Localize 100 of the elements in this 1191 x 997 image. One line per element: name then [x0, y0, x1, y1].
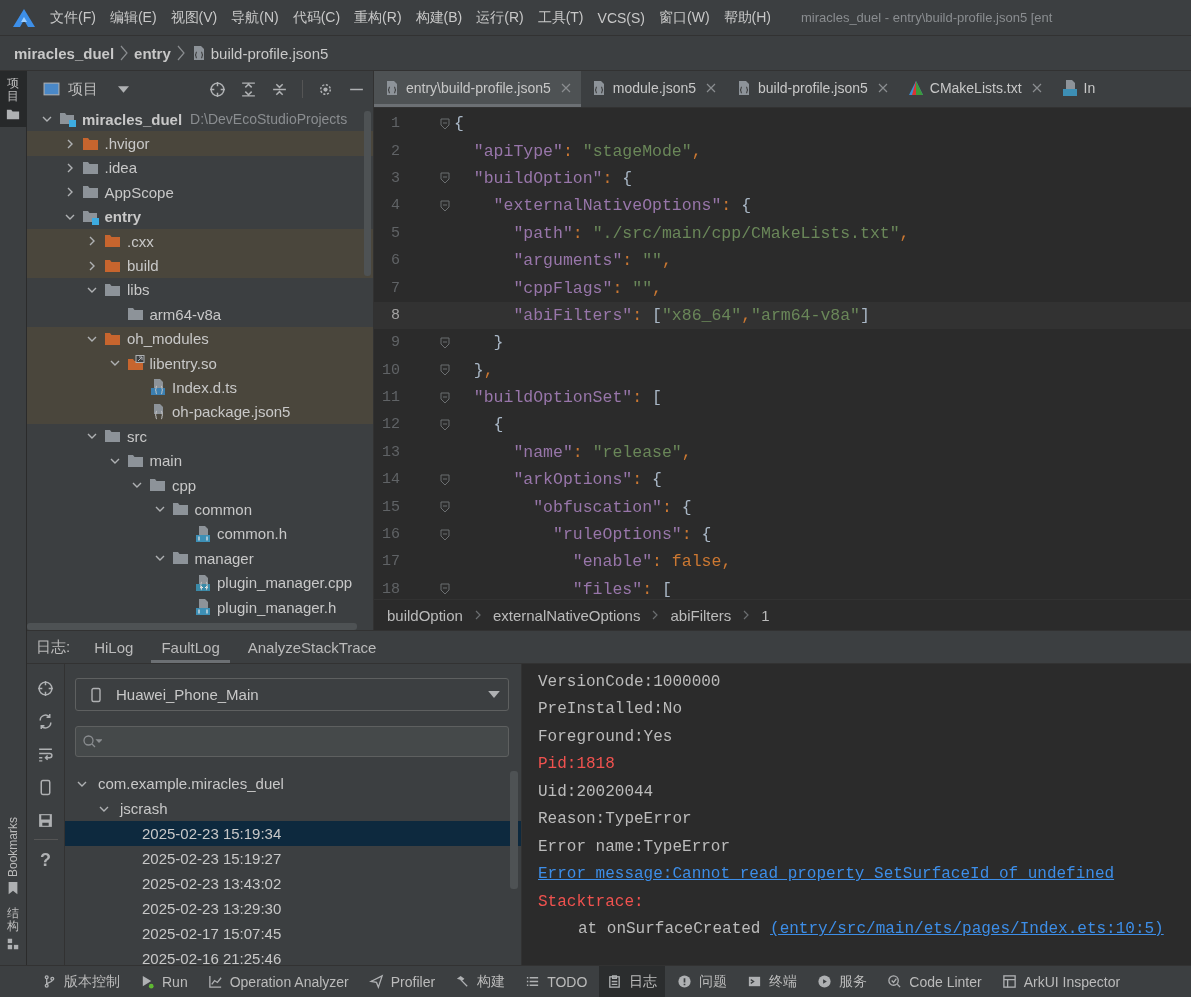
- tree-item-label[interactable]: build: [127, 257, 159, 275]
- fault-tree-row[interactable]: com.example.miracles_duel: [65, 771, 521, 796]
- tree-row[interactable]: libs: [27, 277, 373, 303]
- fault-tree-label[interactable]: com.example.miracles_duel: [98, 775, 284, 792]
- tree-item-label[interactable]: manager: [194, 549, 254, 567]
- tool-window-button[interactable]: ArkUI Inspector: [993, 966, 1129, 997]
- log-tab[interactable]: AnalyzeStackTrace: [247, 631, 377, 663]
- tree-item-label[interactable]: plugin_manager.h: [217, 598, 337, 616]
- tab-label[interactable]: CMakeLists.txt: [929, 79, 1022, 96]
- close-icon[interactable]: [877, 82, 888, 93]
- scrollbar-thumb[interactable]: [364, 111, 371, 276]
- source-link[interactable]: (entry/src/main/ets/pages/Index.ets:10:5): [770, 920, 1164, 939]
- fold-icon[interactable]: [440, 473, 450, 486]
- fold-icon[interactable]: [440, 336, 450, 349]
- tree-item-label[interactable]: AppScope: [104, 183, 174, 201]
- tree-row[interactable]: plugin_manager.cpp: [27, 570, 373, 595]
- tree-item-label[interactable]: miracles_duel: [82, 110, 183, 128]
- log-tab[interactable]: FaultLog: [151, 631, 230, 663]
- tool-window-button[interactable]: Profiler: [360, 966, 444, 997]
- tree-item-label[interactable]: src: [127, 427, 147, 445]
- fold-icon[interactable]: [440, 501, 450, 514]
- tab-label[interactable]: build-profile.json5: [758, 79, 868, 96]
- tree-item-label[interactable]: Index.d.ts: [172, 379, 238, 396]
- menu-item[interactable]: 代码(C): [292, 8, 341, 27]
- menu-item[interactable]: 导航(N): [231, 8, 279, 27]
- tree-item-label[interactable]: common.h: [217, 525, 288, 543]
- fault-tree-label[interactable]: 2025-02-23 13:29:30: [142, 900, 282, 917]
- editor-tab[interactable]: CMakeLists.txt: [897, 71, 1052, 107]
- breadcrumb-item[interactable]: build-profile.json5: [210, 44, 329, 62]
- tool-window-button[interactable]: 日志: [599, 966, 666, 997]
- wrap-icon[interactable]: [37, 746, 54, 763]
- menu-item[interactable]: 编辑(E): [109, 8, 157, 27]
- refresh-icon[interactable]: [37, 713, 54, 730]
- tree-item-label[interactable]: .hvigor: [104, 135, 150, 153]
- tree-row[interactable]: libentry.so: [27, 350, 373, 376]
- tree-row[interactable]: .idea: [27, 155, 373, 181]
- scrollbar-thumb[interactable]: [27, 623, 357, 630]
- fault-tree-label[interactable]: 2025-02-17 15:07:45: [142, 925, 282, 942]
- menu-item[interactable]: 工具(T): [537, 8, 584, 27]
- fold-icon[interactable]: [440, 528, 450, 541]
- tree-row[interactable]: manager: [27, 546, 373, 571]
- tab-label[interactable]: In: [1083, 79, 1096, 96]
- tree-row[interactable]: .cxx: [27, 228, 373, 254]
- tree-row[interactable]: build: [27, 253, 373, 278]
- tree-item-label[interactable]: oh-package.json5: [172, 403, 291, 421]
- fold-icon[interactable]: [440, 172, 450, 185]
- tool-window-button[interactable]: Operation Analyzer: [199, 966, 357, 997]
- fault-tree-label[interactable]: 2025-02-23 13:43:02: [142, 875, 282, 892]
- tool-window-button[interactable]: Run: [132, 966, 196, 997]
- tool-window-button[interactable]: TODO: [517, 966, 596, 997]
- tree-row[interactable]: arm64-v8a: [27, 302, 373, 327]
- tree-row[interactable]: common: [27, 497, 373, 522]
- tree-row[interactable]: src: [27, 424, 373, 449]
- menu-item[interactable]: 文件(F): [50, 8, 96, 27]
- help-button[interactable]: ?: [40, 850, 51, 871]
- save-icon[interactable]: [37, 812, 54, 829]
- tool-window-button[interactable]: 构建: [447, 966, 514, 997]
- path-item[interactable]: buildOption: [387, 606, 463, 624]
- tree-row[interactable]: Index.d.ts: [27, 375, 373, 400]
- tab-label[interactable]: module.json5: [612, 79, 697, 96]
- panel-title[interactable]: 项目: [68, 79, 98, 99]
- fold-icon[interactable]: [440, 199, 450, 212]
- log-tab[interactable]: HiLog: [94, 631, 134, 663]
- close-icon[interactable]: [1031, 82, 1042, 93]
- tree-item-label[interactable]: cpp: [172, 476, 197, 494]
- fault-tree-label[interactable]: 2025-02-23 15:19:34: [142, 825, 282, 842]
- menu-item[interactable]: 视图(V): [170, 8, 218, 27]
- fault-tree-row[interactable]: 2025-02-23 13:43:02: [65, 871, 521, 896]
- crosshair-icon[interactable]: [37, 680, 54, 697]
- tree-item-label[interactable]: .cxx: [127, 232, 154, 250]
- menu-item[interactable]: 帮助(H): [723, 8, 771, 27]
- tree-row[interactable]: oh-package.json5: [27, 399, 373, 425]
- editor-tab[interactable]: build-profile.json5: [726, 71, 898, 107]
- crosshair-icon[interactable]: [209, 80, 226, 98]
- fold-icon[interactable]: [440, 583, 450, 596]
- tree-row[interactable]: plugin_manager.h: [27, 594, 373, 620]
- fault-tree-row[interactable]: 2025-02-16 21:25:46: [65, 946, 521, 965]
- path-item[interactable]: abiFilters: [670, 606, 732, 624]
- close-icon[interactable]: [706, 82, 717, 93]
- scrollbar-thumb[interactable]: [510, 771, 518, 889]
- tool-window-button[interactable]: 终端: [739, 966, 806, 997]
- tree-row[interactable]: common.h: [27, 521, 373, 547]
- caret-icon[interactable]: [118, 85, 129, 93]
- tree-item-label[interactable]: oh_modules: [127, 330, 209, 348]
- tool-window-button[interactable]: 版本控制: [34, 966, 128, 997]
- tree-item-label[interactable]: plugin_manager.cpp: [217, 574, 353, 592]
- tree-row[interactable]: entry: [27, 204, 373, 229]
- fault-tree-label[interactable]: 2025-02-23 15:19:27: [142, 850, 282, 867]
- tree-row[interactable]: main: [27, 448, 373, 473]
- structure-tool-tab[interactable]: 结构: [0, 900, 27, 957]
- fold-icon[interactable]: [440, 117, 450, 130]
- tool-window-button[interactable]: 服务: [809, 966, 876, 997]
- fold-icon[interactable]: [440, 364, 450, 377]
- fault-tree-row[interactable]: jscrash: [65, 796, 521, 821]
- project-tool-tab[interactable]: 项目: [0, 71, 27, 128]
- tool-window-button[interactable]: Code Linter: [879, 966, 990, 997]
- tree-row[interactable]: AppScope: [27, 180, 373, 205]
- search-field[interactable]: [75, 726, 509, 757]
- editor-tab[interactable]: entry\build-profile.json5: [374, 71, 581, 107]
- tree-item-label[interactable]: libentry.so: [149, 354, 217, 372]
